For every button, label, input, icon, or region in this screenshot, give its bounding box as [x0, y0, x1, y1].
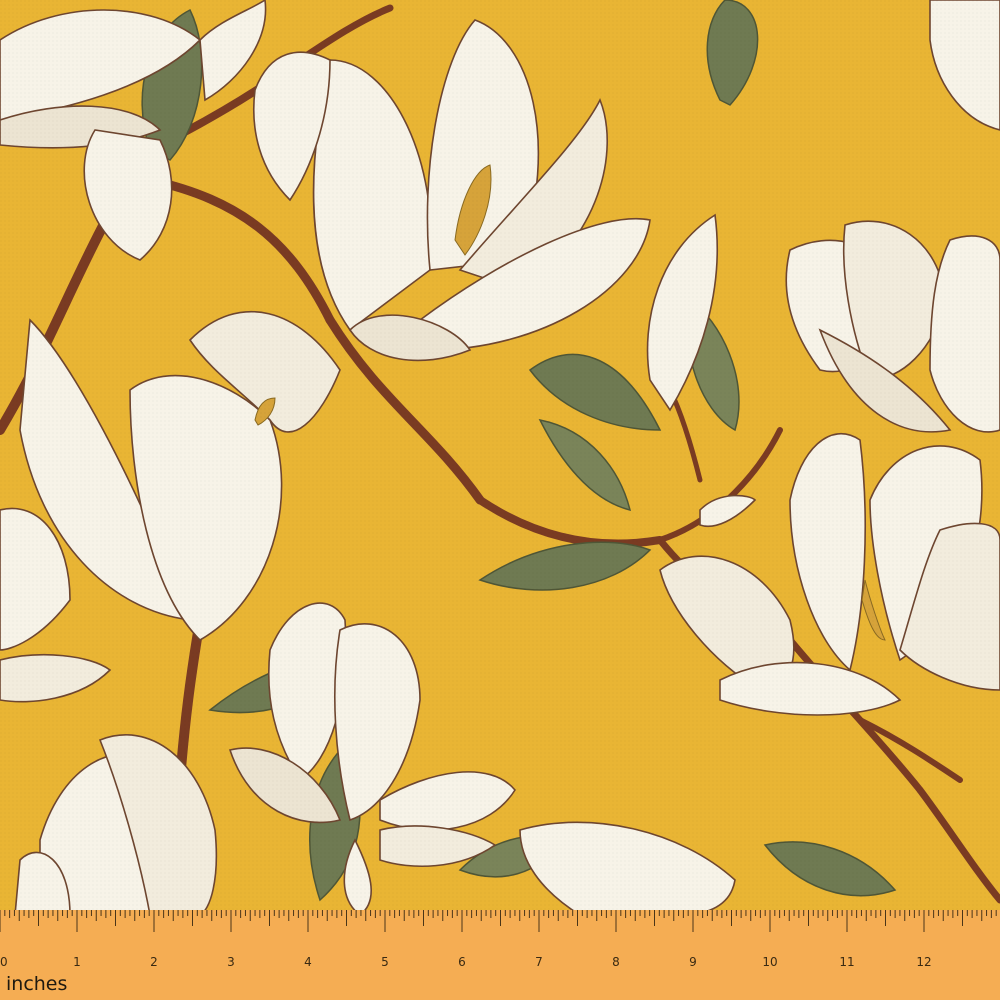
ruler-number: 6: [458, 955, 466, 969]
ruler-number: 4: [304, 955, 312, 969]
ruler-number: 2: [150, 955, 158, 969]
ruler-number: 5: [381, 955, 389, 969]
ruler-number: 9: [689, 955, 697, 969]
ruler-number: 1: [73, 955, 81, 969]
ruler-number: 3: [227, 955, 235, 969]
ruler-number: 8: [612, 955, 620, 969]
ruler-number: 12: [916, 955, 931, 969]
ruler-unit-label: inches: [6, 973, 67, 995]
ruler-number: 0: [0, 955, 8, 969]
ruler-number: 11: [839, 955, 854, 969]
ruler-number: 10: [762, 955, 777, 969]
measuring-ruler: 0 1 2 3 4 5 6 7 8 9 10 11 12 inches: [0, 910, 1000, 1000]
magnolia-fabric-pattern: [0, 0, 1000, 1000]
ruler-number: 7: [535, 955, 543, 969]
